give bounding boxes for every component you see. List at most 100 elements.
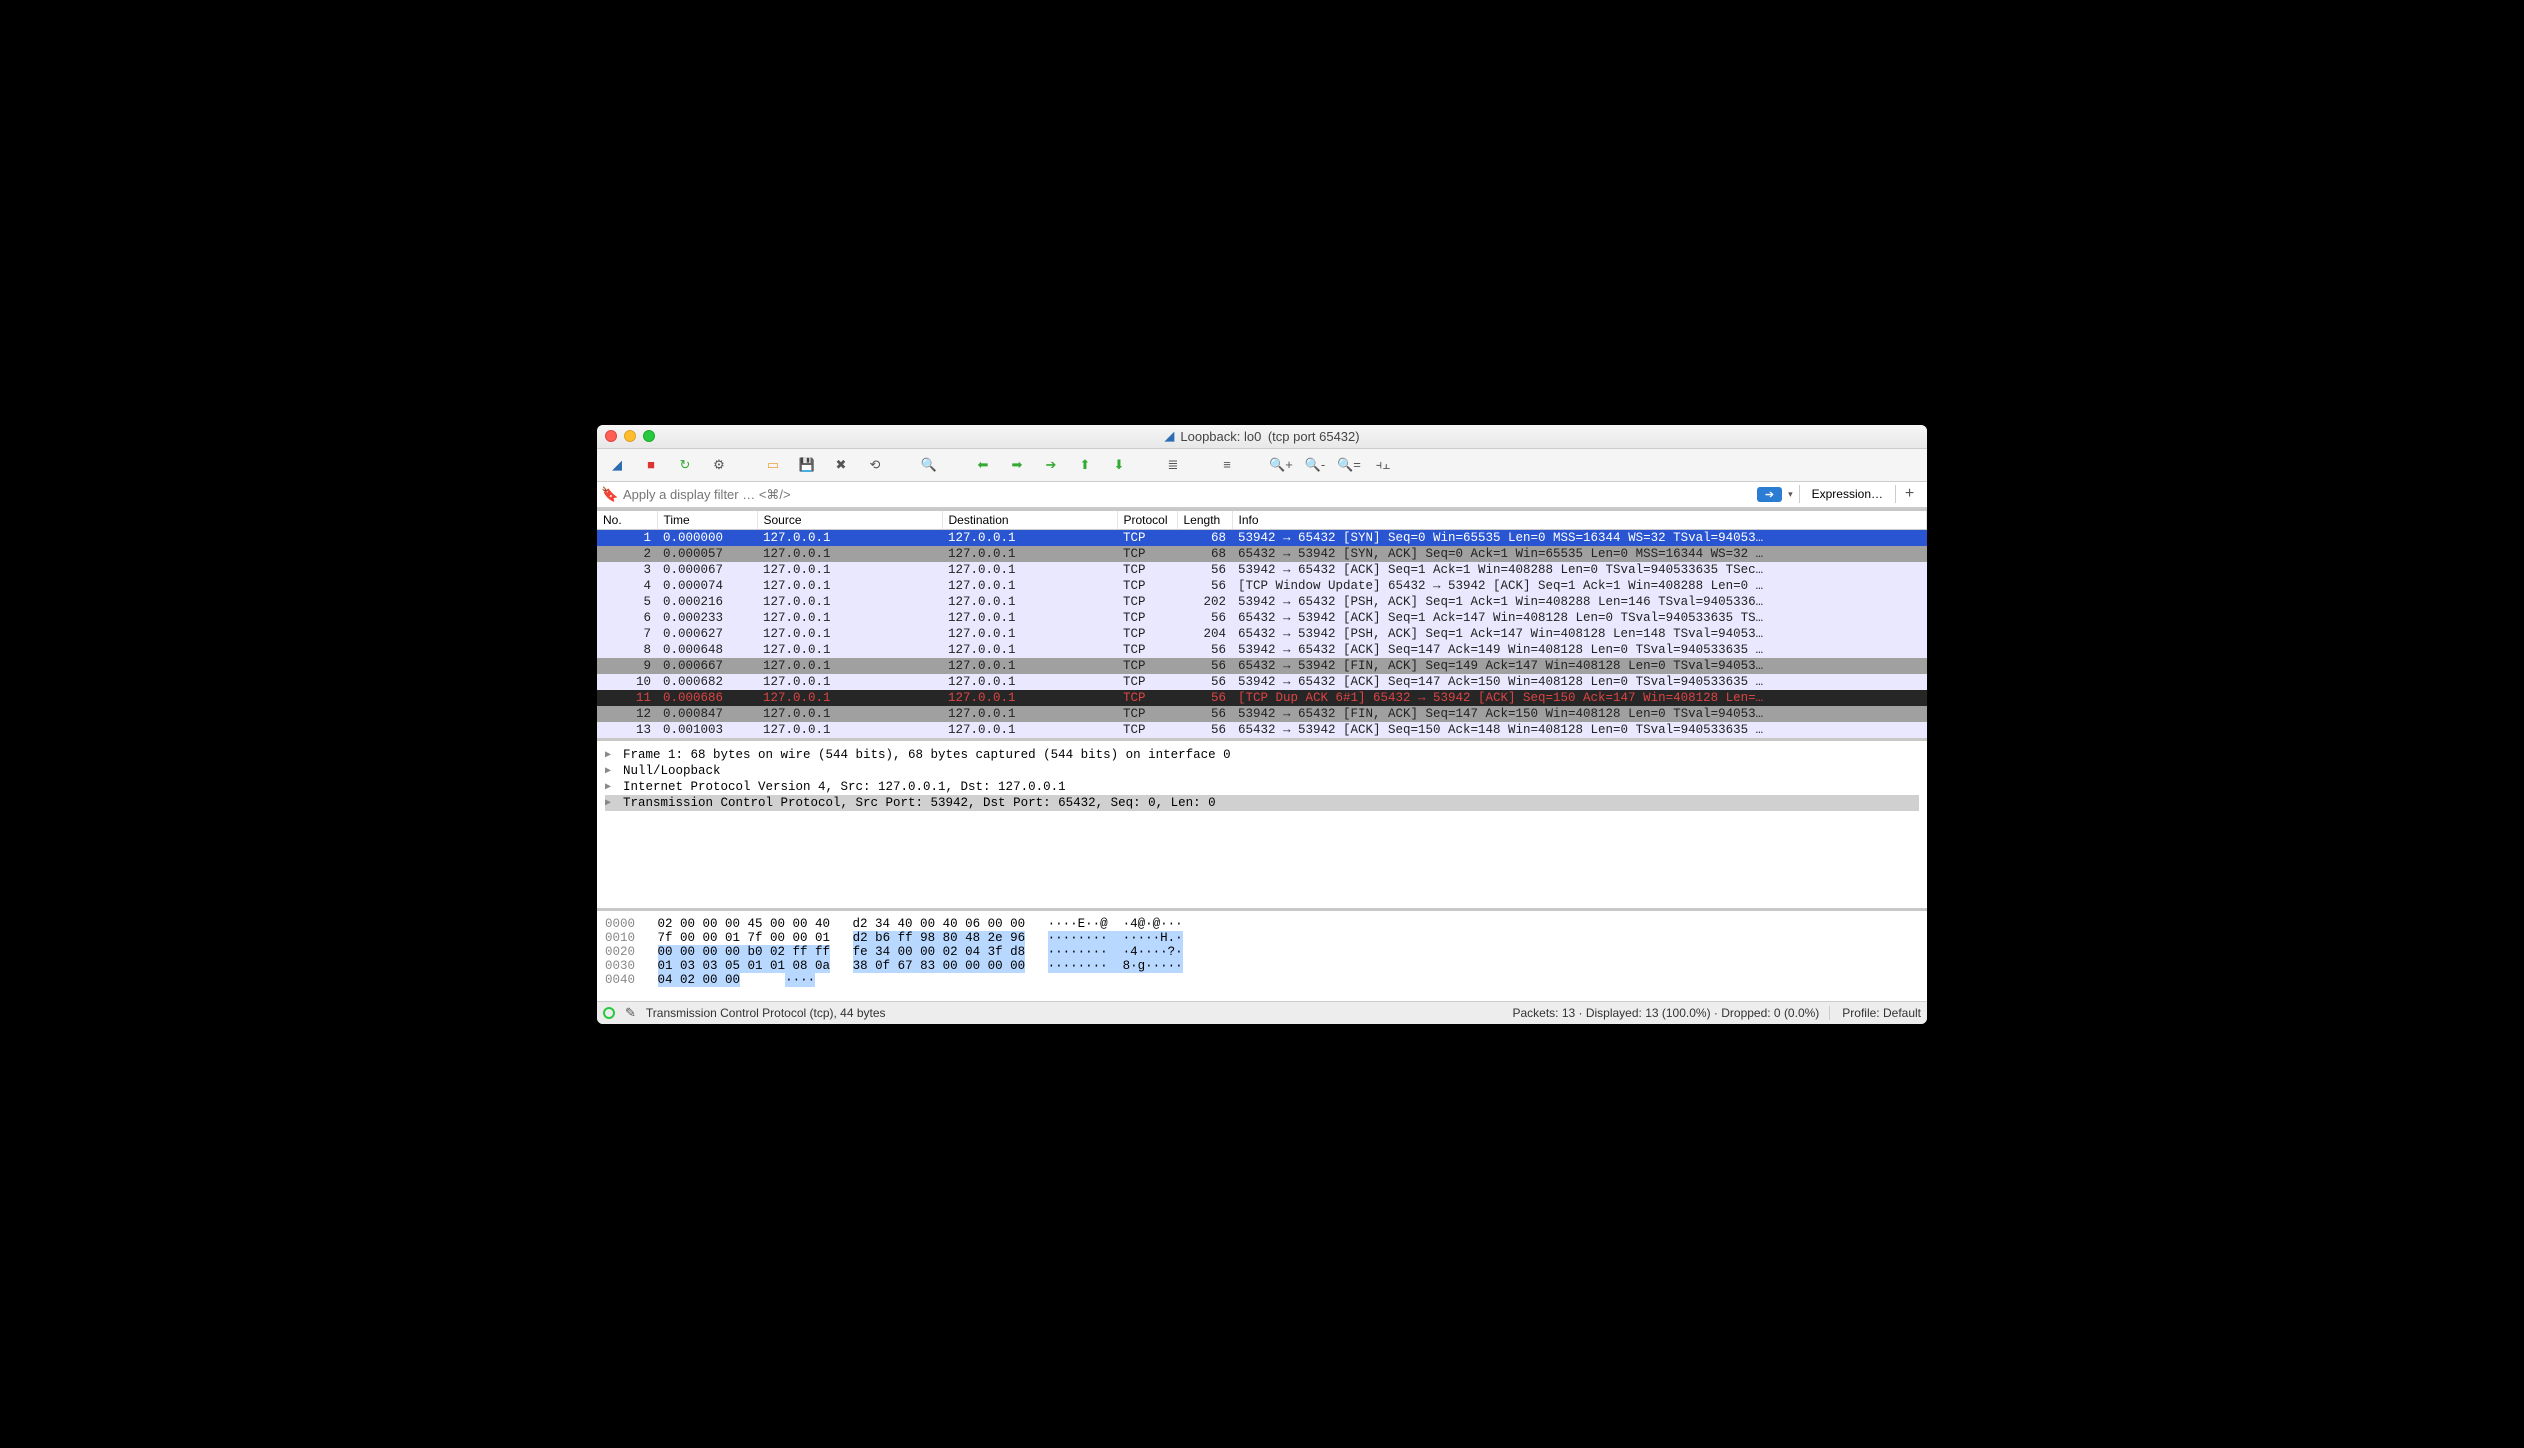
- cell-source: 127.0.0.1: [757, 546, 942, 562]
- stop-capture-icon[interactable]: ■: [639, 453, 663, 477]
- packet-row[interactable]: 110.000686127.0.0.1127.0.0.1TCP56[TCP Du…: [597, 690, 1927, 706]
- expand-caret-icon[interactable]: ▶: [605, 797, 617, 809]
- expand-caret-icon[interactable]: ▶: [605, 749, 617, 761]
- coloring-icon[interactable]: ≡: [1215, 453, 1239, 477]
- cell-time: 0.000074: [657, 578, 757, 594]
- filter-history-dropdown[interactable]: ▾: [1782, 489, 1799, 500]
- packet-row[interactable]: 80.000648127.0.0.1127.0.0.1TCP5653942 → …: [597, 642, 1927, 658]
- packet-row[interactable]: 20.000057127.0.0.1127.0.0.1TCP6865432 → …: [597, 546, 1927, 562]
- cell-length: 56: [1177, 722, 1232, 738]
- cell-destination: 127.0.0.1: [942, 529, 1117, 546]
- edit-capture-comment-icon[interactable]: ✎: [625, 1005, 636, 1021]
- col-header-no[interactable]: No.: [597, 511, 657, 530]
- cell-info: 65432 → 53942 [ACK] Seq=150 Ack=148 Win=…: [1232, 722, 1927, 738]
- hex-line[interactable]: 0010 7f 00 00 01 7f 00 00 01 d2 b6 ff 98…: [605, 931, 1919, 945]
- cell-protocol: TCP: [1117, 642, 1177, 658]
- resize-columns-icon[interactable]: ⫞⫠: [1371, 453, 1395, 477]
- cell-no: 5: [597, 594, 657, 610]
- packet-row[interactable]: 50.000216127.0.0.1127.0.0.1TCP20253942 →…: [597, 594, 1927, 610]
- col-header-info[interactable]: Info: [1232, 511, 1927, 530]
- cell-info: 53942 → 65432 [ACK] Seq=147 Ack=149 Win=…: [1232, 642, 1927, 658]
- expand-caret-icon[interactable]: ▶: [605, 781, 617, 793]
- packet-row[interactable]: 120.000847127.0.0.1127.0.0.1TCP5653942 →…: [597, 706, 1927, 722]
- restart-capture-icon[interactable]: ↻: [673, 453, 697, 477]
- window-title: Loopback: lo0 (tcp port 65432): [1180, 429, 1359, 444]
- apply-filter-button[interactable]: ➔: [1757, 487, 1782, 502]
- expert-info-icon[interactable]: [603, 1007, 615, 1019]
- cell-time: 0.000233: [657, 610, 757, 626]
- cell-time: 0.001003: [657, 722, 757, 738]
- hex-line[interactable]: 0040 04 02 00 00 ····: [605, 973, 1919, 987]
- cell-destination: 127.0.0.1: [942, 706, 1117, 722]
- cell-source: 127.0.0.1: [757, 594, 942, 610]
- autoscroll-icon[interactable]: ≣: [1161, 453, 1185, 477]
- close-file-icon[interactable]: ✖: [829, 453, 853, 477]
- last-packet-icon[interactable]: ⬇: [1107, 453, 1131, 477]
- cell-no: 12: [597, 706, 657, 722]
- cell-source: 127.0.0.1: [757, 642, 942, 658]
- cell-no: 3: [597, 562, 657, 578]
- cell-protocol: TCP: [1117, 674, 1177, 690]
- packet-row[interactable]: 130.001003127.0.0.1127.0.0.1TCP5665432 →…: [597, 722, 1927, 738]
- reload-icon[interactable]: ⟲: [863, 453, 887, 477]
- zoom-in-icon[interactable]: 🔍+: [1269, 453, 1293, 477]
- detail-tree-item[interactable]: ▶Frame 1: 68 bytes on wire (544 bits), 6…: [605, 747, 1919, 763]
- cell-source: 127.0.0.1: [757, 562, 942, 578]
- main-toolbar: ◢ ■ ↻ ⚙ ▭ 💾 ✖ ⟲ 🔍 ⬅ ➡ ➔ ⬆ ⬇ ≣ ≡ 🔍+ 🔍- 🔍=…: [597, 449, 1927, 482]
- cell-length: 56: [1177, 578, 1232, 594]
- detail-tree-item[interactable]: ▶Internet Protocol Version 4, Src: 127.0…: [605, 779, 1919, 795]
- col-header-time[interactable]: Time: [657, 511, 757, 530]
- cell-length: 68: [1177, 529, 1232, 546]
- cell-length: 56: [1177, 642, 1232, 658]
- status-bar: ✎ Transmission Control Protocol (tcp), 4…: [597, 1001, 1927, 1024]
- go-forward-icon[interactable]: ➡: [1005, 453, 1029, 477]
- cell-destination: 127.0.0.1: [942, 546, 1117, 562]
- packet-row[interactable]: 10.000000127.0.0.1127.0.0.1TCP6853942 → …: [597, 529, 1927, 546]
- find-icon[interactable]: 🔍: [917, 453, 941, 477]
- packet-details-pane[interactable]: ▶Frame 1: 68 bytes on wire (544 bits), 6…: [597, 741, 1927, 911]
- expand-caret-icon[interactable]: ▶: [605, 765, 617, 777]
- cell-source: 127.0.0.1: [757, 529, 942, 546]
- packet-table: No. Time Source Destination Protocol Len…: [597, 511, 1927, 738]
- go-back-icon[interactable]: ⬅: [971, 453, 995, 477]
- open-file-icon[interactable]: ▭: [761, 453, 785, 477]
- zoom-out-icon[interactable]: 🔍-: [1303, 453, 1327, 477]
- hex-line[interactable]: 0030 01 03 03 05 01 01 08 0a 38 0f 67 83…: [605, 959, 1919, 973]
- bookmark-icon[interactable]: 🔖: [601, 486, 619, 503]
- cell-info: 53942 → 65432 [PSH, ACK] Seq=1 Ack=1 Win…: [1232, 594, 1927, 610]
- cell-info: 65432 → 53942 [SYN, ACK] Seq=0 Ack=1 Win…: [1232, 546, 1927, 562]
- cell-protocol: TCP: [1117, 594, 1177, 610]
- first-packet-icon[interactable]: ⬆: [1073, 453, 1097, 477]
- goto-packet-icon[interactable]: ➔: [1039, 453, 1063, 477]
- hex-line[interactable]: 0000 02 00 00 00 45 00 00 40 d2 34 40 00…: [605, 917, 1919, 931]
- detail-tree-item[interactable]: ▶Transmission Control Protocol, Src Port…: [605, 795, 1919, 811]
- cell-time: 0.000667: [657, 658, 757, 674]
- status-profile[interactable]: Profile: Default: [1829, 1006, 1921, 1020]
- packet-row[interactable]: 60.000233127.0.0.1127.0.0.1TCP5665432 → …: [597, 610, 1927, 626]
- packet-row[interactable]: 90.000667127.0.0.1127.0.0.1TCP5665432 → …: [597, 658, 1927, 674]
- col-header-source[interactable]: Source: [757, 511, 942, 530]
- packet-row[interactable]: 70.000627127.0.0.1127.0.0.1TCP20465432 →…: [597, 626, 1927, 642]
- col-header-length[interactable]: Length: [1177, 511, 1232, 530]
- detail-tree-item[interactable]: ▶ Null/Loopback: [605, 763, 1919, 779]
- capture-options-icon[interactable]: ⚙: [707, 453, 731, 477]
- cell-destination: 127.0.0.1: [942, 562, 1117, 578]
- packet-row[interactable]: 100.000682127.0.0.1127.0.0.1TCP5653942 →…: [597, 674, 1927, 690]
- detail-text: Null/Loopback: [623, 764, 721, 778]
- packet-row[interactable]: 40.000074127.0.0.1127.0.0.1TCP56[TCP Win…: [597, 578, 1927, 594]
- cell-length: 56: [1177, 690, 1232, 706]
- display-filter-input[interactable]: [619, 484, 1757, 505]
- zoom-reset-icon[interactable]: 🔍=: [1337, 453, 1361, 477]
- col-header-destination[interactable]: Destination: [942, 511, 1117, 530]
- hex-line[interactable]: 0020 00 00 00 00 b0 02 ff ff fe 34 00 00…: [605, 945, 1919, 959]
- cell-protocol: TCP: [1117, 529, 1177, 546]
- save-file-icon[interactable]: 💾: [795, 453, 819, 477]
- packet-row[interactable]: 30.000067127.0.0.1127.0.0.1TCP5653942 → …: [597, 562, 1927, 578]
- wireshark-logo-icon[interactable]: ◢: [605, 453, 629, 477]
- col-header-protocol[interactable]: Protocol: [1117, 511, 1177, 530]
- add-filter-button[interactable]: +: [1895, 485, 1923, 503]
- expression-button[interactable]: Expression…: [1799, 485, 1895, 503]
- cell-source: 127.0.0.1: [757, 610, 942, 626]
- packet-bytes-pane[interactable]: 0000 02 00 00 00 45 00 00 40 d2 34 40 00…: [597, 911, 1927, 1001]
- cell-info: 53942 → 65432 [ACK] Seq=147 Ack=150 Win=…: [1232, 674, 1927, 690]
